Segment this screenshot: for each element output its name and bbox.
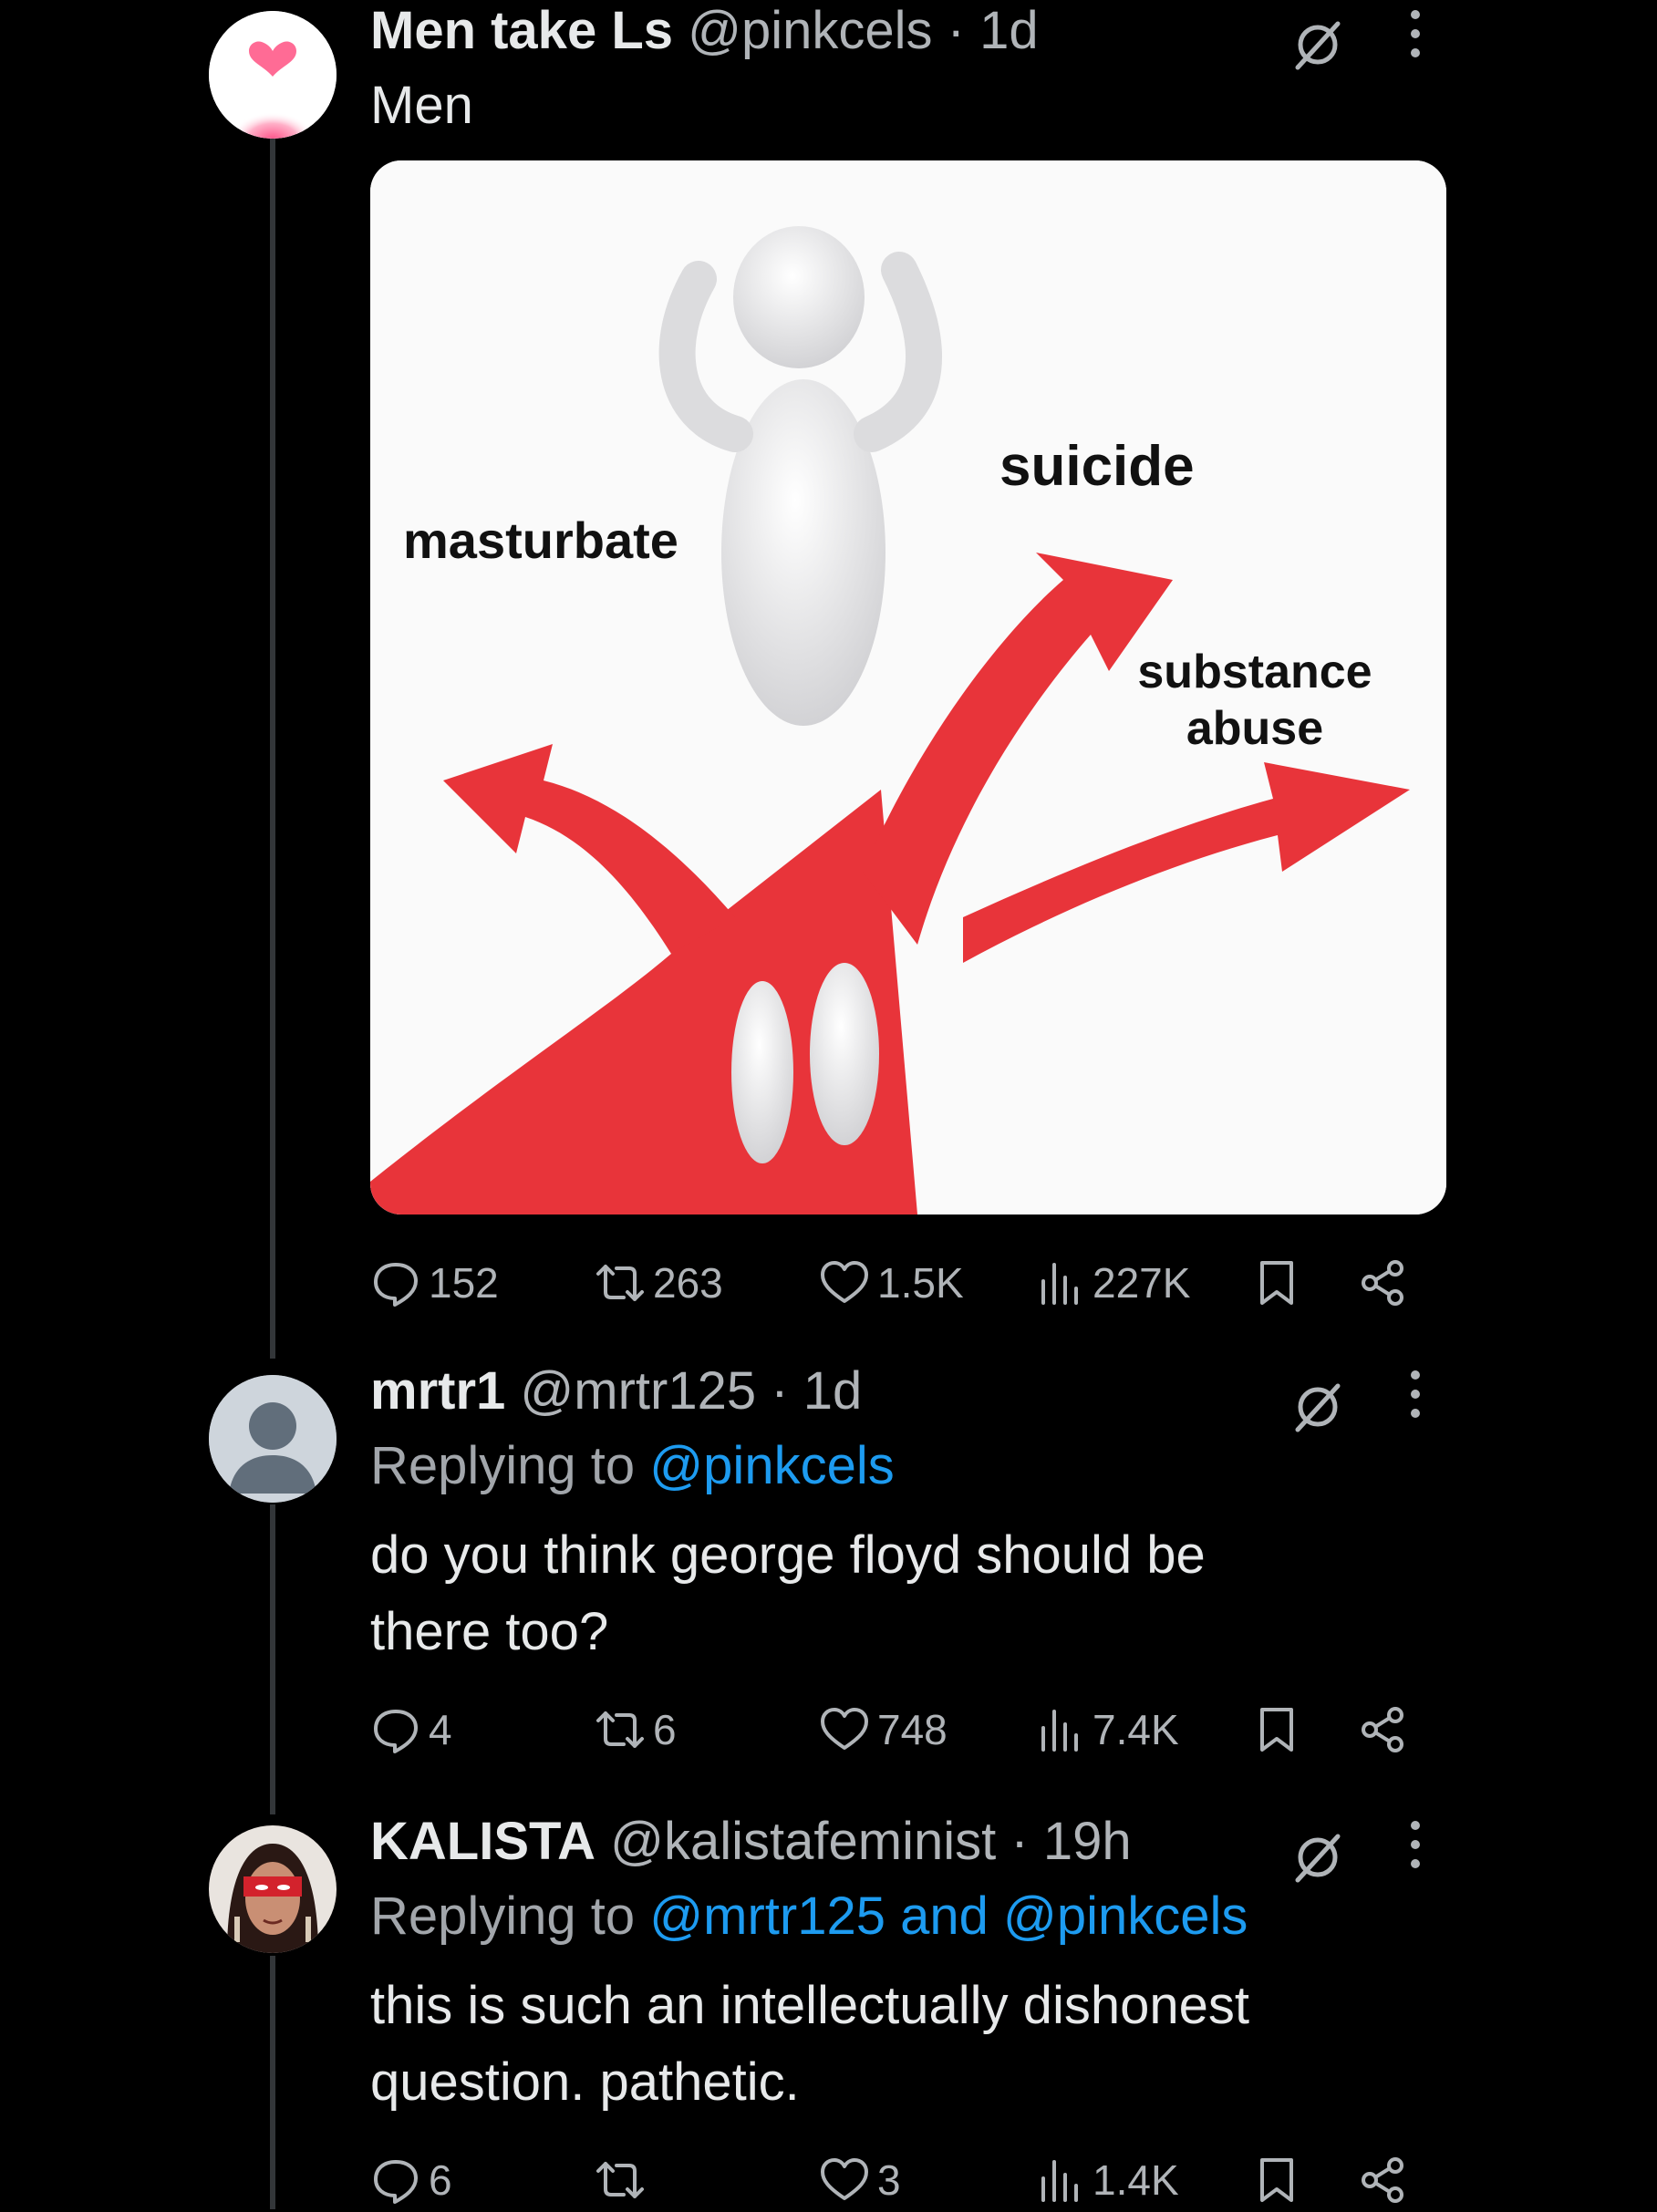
- user-handle[interactable]: @kalistafeminist: [610, 1812, 996, 1871]
- reply-button[interactable]: 4: [370, 1698, 452, 1762]
- tweet-header: KALISTA @kalistafeminist · 19h: [370, 1811, 1132, 1872]
- replying-prefix: Replying to: [370, 1886, 636, 1946]
- reply-icon: [374, 1263, 418, 1307]
- user-handle[interactable]: @pinkcels: [688, 1, 932, 60]
- tweet-actions: 6 3 1.4K: [370, 2148, 1419, 2212]
- meme-label-masturbate: masturbate: [403, 512, 678, 569]
- thread-line: [270, 1504, 275, 1814]
- like-icon: [821, 1261, 868, 1303]
- tweet-media-image[interactable]: masturbate suicide substance abuse: [370, 160, 1446, 1215]
- share-button[interactable]: [1357, 1698, 1415, 1762]
- like-button[interactable]: 748: [819, 1698, 948, 1762]
- timestamp[interactable]: 19h: [1043, 1812, 1132, 1871]
- views-icon: [1041, 1263, 1078, 1305]
- bookmark-button[interactable]: [1251, 1251, 1310, 1315]
- share-icon: [1362, 2157, 1403, 2203]
- replying-to: Replying to @pinkcels: [370, 1435, 895, 1496]
- like-icon: [821, 1708, 868, 1750]
- retweet-icon: [596, 1265, 644, 1301]
- retweet-icon: [596, 1711, 644, 1748]
- bookmark-icon: [1260, 1261, 1293, 1305]
- tweet-actions: 4 6 748 7.4K: [370, 1698, 1419, 1762]
- like-count: 1.5K: [877, 1259, 964, 1307]
- reply-button[interactable]: 152: [370, 1251, 499, 1315]
- display-name[interactable]: Men take Ls: [370, 1, 673, 60]
- tweet-text: this is such an intellectually dishonest…: [370, 1976, 1249, 2112]
- retweet-icon: [596, 2162, 644, 2198]
- views-icon: [1041, 2160, 1078, 2202]
- reply-icon: [374, 1710, 418, 1753]
- avatar-pinkcels[interactable]: [209, 11, 337, 139]
- tweet-text: do you think george floyd should be ther…: [370, 1525, 1206, 1661]
- retweet-button[interactable]: 6: [595, 1698, 677, 1762]
- meme-label-suicide: suicide: [999, 435, 1195, 498]
- thread-line: [270, 1956, 275, 2209]
- mention-link[interactable]: @mrtr125 and @pinkcels: [649, 1886, 1248, 1946]
- retweet-button[interactable]: 263: [595, 1251, 723, 1315]
- bookmark-icon: [1260, 2158, 1293, 2202]
- grok-icon[interactable]: [1291, 1380, 1344, 1433]
- reply-icon: [374, 2160, 418, 2204]
- tweet-text: Men: [370, 76, 473, 135]
- grok-icon[interactable]: [1291, 18, 1344, 71]
- bookmark-button[interactable]: [1251, 2148, 1310, 2212]
- like-button[interactable]: 1.5K: [819, 1251, 964, 1315]
- reply-count: 4: [429, 1706, 452, 1753]
- share-icon: [1362, 1260, 1403, 1306]
- views-count: 227K: [1093, 1259, 1191, 1307]
- replying-to: Replying to @mrtr125 and @pinkcels: [370, 1886, 1248, 1947]
- reply-count: 152: [429, 1259, 499, 1307]
- tweet-header: Men take Ls @pinkcels · 1d: [370, 0, 1039, 61]
- views-button[interactable]: 7.4K: [1034, 1698, 1179, 1762]
- share-button[interactable]: [1357, 1251, 1415, 1315]
- like-button[interactable]: 3: [819, 2148, 901, 2212]
- display-name[interactable]: KALISTA: [370, 1812, 595, 1871]
- reply-count: 6: [429, 2156, 452, 2204]
- more-icon[interactable]: [1404, 1362, 1426, 1426]
- retweet-count: 6: [653, 1706, 677, 1753]
- retweet-count: 263: [653, 1259, 723, 1307]
- retweet-button[interactable]: [595, 2148, 653, 2212]
- timestamp[interactable]: 1d: [979, 1, 1039, 60]
- meme-label-substance-abuse: substance abuse: [1137, 646, 1372, 755]
- share-icon: [1362, 1707, 1403, 1752]
- tweet-actions: 152 263 1.5K 227K: [370, 1251, 1419, 1315]
- avatar-kalistafeminist[interactable]: [209, 1825, 337, 1953]
- tweet-actions: [0, 1359, 1049, 1422]
- views-icon: [1041, 1710, 1078, 1752]
- replying-prefix: Replying to: [370, 1436, 636, 1495]
- mention-link[interactable]: @pinkcels: [649, 1436, 894, 1495]
- like-count: 3: [877, 2156, 901, 2204]
- like-icon: [821, 2158, 868, 2200]
- separator: ·: [1010, 1812, 1029, 1871]
- views-button[interactable]: 227K: [1034, 1251, 1190, 1315]
- reply-button[interactable]: 6: [370, 2148, 452, 2212]
- thread-line: [270, 137, 275, 1359]
- views-button[interactable]: 1.4K: [1034, 2148, 1179, 2212]
- more-icon[interactable]: [1404, 1813, 1426, 1876]
- bookmark-icon: [1260, 1708, 1293, 1752]
- views-count: 1.4K: [1093, 2156, 1179, 2204]
- share-button[interactable]: [1357, 2148, 1415, 2212]
- more-icon[interactable]: [1404, 2, 1426, 66]
- bookmark-button[interactable]: [1251, 1698, 1310, 1762]
- grok-icon[interactable]: [1291, 1831, 1344, 1884]
- like-count: 748: [877, 1706, 948, 1753]
- views-count: 7.4K: [1093, 1706, 1179, 1753]
- separator: ·: [947, 1, 965, 60]
